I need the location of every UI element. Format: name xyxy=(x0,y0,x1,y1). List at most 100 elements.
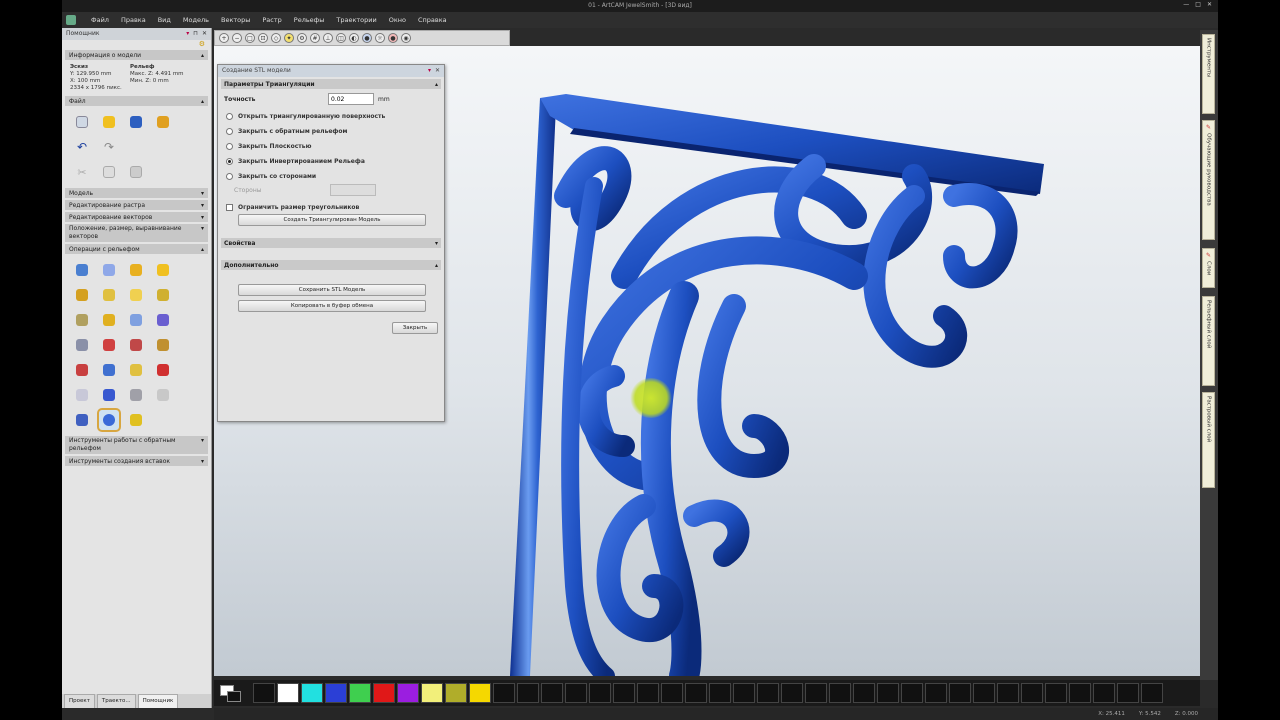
settings-icon[interactable]: ⚙ xyxy=(199,40,205,48)
color-icon[interactable]: ● xyxy=(388,33,398,43)
tab-bitmap-layer[interactable]: Растровый слой xyxy=(1202,392,1215,488)
axis-icon[interactable]: ⊥ xyxy=(323,33,333,43)
relief-lines-button[interactable] xyxy=(126,410,146,430)
relief-rotate-button[interactable] xyxy=(153,310,173,330)
menu-file[interactable]: Файл xyxy=(86,16,114,24)
tab-relief-layer[interactable]: Рельефный слой xyxy=(1202,296,1215,386)
section-triangulation[interactable]: Параметры Триангуляции ▴ xyxy=(221,79,441,89)
copy-to-clipboard-button[interactable]: Копировать в буфер обмена xyxy=(238,300,426,312)
color-swatch[interactable] xyxy=(1045,683,1067,703)
menu-bitmap[interactable]: Растр xyxy=(257,16,286,24)
color-swatch[interactable] xyxy=(709,683,731,703)
menu-view[interactable]: Вид xyxy=(153,16,176,24)
relief-combine-button[interactable] xyxy=(72,260,92,280)
relief-extrude-button[interactable] xyxy=(126,360,146,380)
relief-mirror-button[interactable] xyxy=(99,335,119,355)
option-close-sides[interactable]: Закрыть со сторонами xyxy=(226,173,436,180)
panel-close-icon[interactable]: ✕ xyxy=(202,30,207,38)
section-file[interactable]: Файл ▴ xyxy=(65,96,208,106)
open-model-button[interactable] xyxy=(99,112,119,132)
relief-offset-button[interactable] xyxy=(99,285,119,305)
color-swatch[interactable] xyxy=(973,683,995,703)
eye-icon[interactable]: ◉ xyxy=(401,33,411,43)
relief-image-button[interactable] xyxy=(126,310,146,330)
relief-bake-button[interactable] xyxy=(72,410,92,430)
tab-project[interactable]: Проект xyxy=(64,694,95,708)
save-model-button[interactable] xyxy=(126,112,146,132)
color-swatch[interactable] xyxy=(925,683,947,703)
option-close-back-relief[interactable]: Закрыть с обратным рельефом xyxy=(226,128,436,135)
primary-secondary-color[interactable] xyxy=(218,683,246,703)
paste-button[interactable] xyxy=(126,162,146,182)
option-open-surface[interactable]: Открыть триангулированную поверхность xyxy=(226,113,436,120)
color-swatch[interactable] xyxy=(613,683,635,703)
section-relief-ops[interactable]: Операции с рельефом ▴ xyxy=(65,244,208,254)
view-top-icon[interactable]: ⊡ xyxy=(258,33,268,43)
wireframe-icon[interactable]: ◫ xyxy=(336,33,346,43)
tab-toolpaths[interactable]: Траекто... xyxy=(96,694,136,708)
color-swatch[interactable] xyxy=(253,683,275,703)
undo-button[interactable]: ↶ xyxy=(72,137,92,157)
create-triangulated-model-button[interactable]: Создать Триангулирован Модель xyxy=(238,214,426,226)
relief-sculpt-button[interactable] xyxy=(153,260,173,280)
sides-input[interactable] xyxy=(330,184,376,196)
tab-assistant[interactable]: Помощник xyxy=(137,694,179,708)
menu-window[interactable]: Окно xyxy=(384,16,411,24)
color-swatch[interactable] xyxy=(421,683,443,703)
zoom-fit-icon[interactable]: □ xyxy=(245,33,255,43)
maximize-icon[interactable]: □ xyxy=(1195,1,1201,8)
color-swatch[interactable] xyxy=(325,683,347,703)
color-swatch[interactable] xyxy=(397,683,419,703)
cut-button[interactable]: ✂ xyxy=(72,162,92,182)
panel-pin-icon[interactable]: ⊓ xyxy=(193,30,198,38)
minimize-icon[interactable]: — xyxy=(1183,1,1189,8)
grid-icon[interactable]: # xyxy=(310,33,320,43)
relief-pillar-button[interactable] xyxy=(72,385,92,405)
relief-knife-button[interactable] xyxy=(153,335,173,355)
color-swatch[interactable] xyxy=(1141,683,1163,703)
relief-paint-button[interactable] xyxy=(72,360,92,380)
relief-fill-button[interactable] xyxy=(99,310,119,330)
color-swatch[interactable] xyxy=(1069,683,1091,703)
section-insert-tools[interactable]: Инструменты создания вставок ▾ xyxy=(65,456,208,466)
color-swatch[interactable] xyxy=(1093,683,1115,703)
render-icon[interactable]: ◐ xyxy=(349,33,359,43)
option-close-inverted[interactable]: Закрыть Инвертированием Рельефа xyxy=(226,158,436,165)
material-icon[interactable]: ● xyxy=(362,33,372,43)
section-back-relief-tools[interactable]: Инструменты работы с обратным рельефом ▾ xyxy=(65,436,208,454)
limit-triangles-checkbox[interactable]: Ограничить размер треугольников xyxy=(226,204,436,211)
color-swatch[interactable] xyxy=(637,683,659,703)
light-icon[interactable]: ☼ xyxy=(375,33,385,43)
close-icon[interactable]: ✕ xyxy=(1207,1,1212,8)
dialog-close-icon[interactable]: ✕ xyxy=(435,67,440,75)
menu-edit[interactable]: Правка xyxy=(116,16,151,24)
section-bitmap-edit[interactable]: Редактирование растра ▾ xyxy=(65,200,208,210)
menu-toolpaths[interactable]: Траектории xyxy=(331,16,381,24)
color-swatch[interactable] xyxy=(949,683,971,703)
option-close-plane[interactable]: Закрыть Плоскостью xyxy=(226,143,436,150)
relief-smooth-button[interactable] xyxy=(126,285,146,305)
menu-help[interactable]: Справка xyxy=(413,16,452,24)
relief-diamond-button[interactable] xyxy=(99,385,119,405)
color-swatch[interactable] xyxy=(517,683,539,703)
relief-scale-button[interactable] xyxy=(72,285,92,305)
color-swatch[interactable] xyxy=(877,683,899,703)
relief-export-button[interactable] xyxy=(153,385,173,405)
color-swatch[interactable] xyxy=(541,683,563,703)
create-stl-button[interactable] xyxy=(97,408,121,432)
color-swatch[interactable] xyxy=(901,683,923,703)
save-as-button[interactable] xyxy=(153,112,173,132)
section-properties[interactable]: Свойства ▾ xyxy=(221,238,441,248)
view-iso-icon[interactable]: ◇ xyxy=(271,33,281,43)
relief-blend-button[interactable] xyxy=(126,260,146,280)
relief-layer-button[interactable] xyxy=(72,335,92,355)
color-swatch[interactable] xyxy=(493,683,515,703)
tab-tools[interactable]: Инструменты xyxy=(1202,34,1215,114)
close-dialog-button[interactable]: Закрыть xyxy=(392,322,438,334)
color-swatch[interactable] xyxy=(565,683,587,703)
color-swatch[interactable] xyxy=(733,683,755,703)
color-swatch[interactable] xyxy=(829,683,851,703)
settings-icon[interactable]: ⚙ xyxy=(297,33,307,43)
tab-layers[interactable]: ✎ Слои xyxy=(1202,248,1215,288)
accuracy-input[interactable] xyxy=(328,93,374,105)
